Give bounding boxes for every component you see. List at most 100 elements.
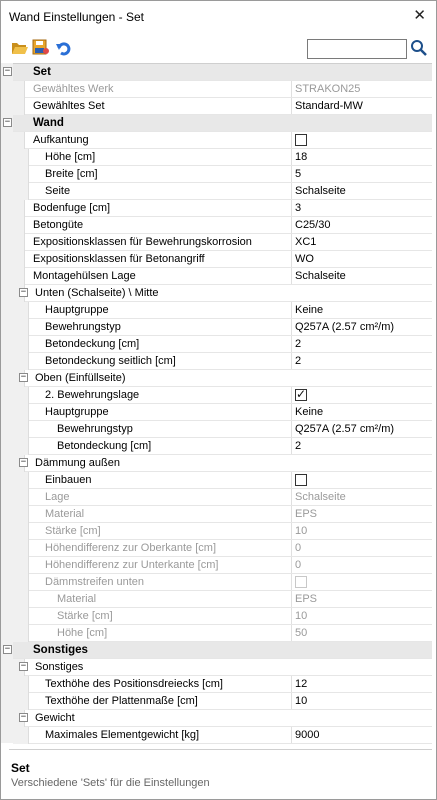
grid-property-row[interactable]: Höhendifferenz zur Oberkante [cm] 0: [13, 540, 432, 557]
grid-subsection-row[interactable]: − Oben (Einfüllseite): [13, 370, 432, 387]
grid-subsection-row[interactable]: − Dämmung außen: [13, 455, 432, 472]
grid-subsection-row[interactable]: − Gewicht: [13, 710, 432, 727]
grid-property-row[interactable]: Texthöhe der Plattenmaße [cm] 10: [13, 693, 432, 710]
property-value[interactable]: 10: [291, 523, 432, 539]
search-input[interactable]: [307, 39, 407, 59]
grid-property-row[interactable]: Gewähltes Werk STRAKON25: [13, 81, 432, 98]
property-value[interactable]: [291, 472, 432, 488]
property-value[interactable]: 9000: [291, 727, 432, 743]
grid-property-row[interactable]: Stärke [cm] 10: [13, 523, 432, 540]
grid-property-row[interactable]: Expositionsklassen für Bewehrungskorrosi…: [13, 234, 432, 251]
property-value[interactable]: XC1: [291, 234, 432, 250]
collapse-toggle-icon[interactable]: −: [19, 288, 28, 297]
property-value[interactable]: 10: [291, 693, 432, 709]
grid-property-row[interactable]: Lage Schalseite: [13, 489, 432, 506]
collapse-toggle-icon[interactable]: −: [3, 67, 12, 76]
property-value[interactable]: WO: [291, 251, 432, 267]
property-value[interactable]: 0: [291, 540, 432, 556]
property-value[interactable]: [291, 574, 432, 590]
property-label: Material: [45, 508, 85, 520]
property-value[interactable]: 18: [291, 149, 432, 165]
grid-section-row[interactable]: − Sonstiges: [3, 642, 432, 659]
grid-property-row[interactable]: Gewähltes Set Standard-MW: [13, 98, 432, 115]
property-value[interactable]: Schalseite: [291, 268, 432, 284]
property-value[interactable]: C25/30: [291, 217, 432, 233]
property-value[interactable]: Q257A (2.57 cm²/m): [291, 319, 432, 335]
grid-property-row[interactable]: Stärke [cm] 10: [13, 608, 432, 625]
checkbox-unchecked[interactable]: [295, 134, 307, 146]
grid-property-row[interactable]: Höhendifferenz zur Unterkante [cm] 0: [13, 557, 432, 574]
collapse-toggle-icon[interactable]: −: [3, 118, 12, 127]
property-value[interactable]: Schalseite: [291, 489, 432, 505]
property-value[interactable]: Q257A (2.57 cm²/m): [291, 421, 432, 437]
grid-property-row[interactable]: Expositionsklassen für Betonangriff WO: [13, 251, 432, 268]
property-value[interactable]: Schalseite: [291, 183, 432, 199]
property-value[interactable]: 12: [291, 676, 432, 692]
indent-gutter: [13, 438, 29, 455]
grid-property-row[interactable]: Höhe [cm] 50: [13, 625, 432, 642]
property-value[interactable]: ✓: [291, 387, 432, 403]
grid-property-row[interactable]: Hauptgruppe Keine: [13, 404, 432, 421]
grid-property-row[interactable]: Texthöhe des Positionsdreiecks [cm] 12: [13, 676, 432, 693]
grid-section-row[interactable]: − Set: [3, 64, 432, 81]
save-user-icon[interactable]: [32, 39, 50, 57]
grid-property-row[interactable]: Betondeckung [cm] 2: [13, 438, 432, 455]
grid-property-row[interactable]: Einbauen: [13, 472, 432, 489]
grid-property-row[interactable]: Breite [cm] 5: [13, 166, 432, 183]
property-value[interactable]: Keine: [291, 404, 432, 420]
grid-property-row[interactable]: Bewehrungstyp Q257A (2.57 cm²/m): [13, 319, 432, 336]
grid-subsection-row[interactable]: − Sonstiges: [13, 659, 432, 676]
property-value[interactable]: Standard-MW: [291, 98, 432, 114]
checkbox-unchecked[interactable]: [295, 576, 307, 588]
property-value[interactable]: 2: [291, 438, 432, 454]
collapse-toggle-icon[interactable]: −: [3, 645, 12, 654]
property-value[interactable]: STRAKON25: [291, 81, 432, 97]
grid-property-row[interactable]: Bodenfuge [cm] 3: [13, 200, 432, 217]
undo-icon[interactable]: [55, 39, 73, 57]
grid-property-row[interactable]: Bewehrungstyp Q257A (2.57 cm²/m): [13, 421, 432, 438]
section-title: Set: [33, 66, 51, 78]
subsection-title: Unten (Schalseite) \ Mitte: [35, 287, 159, 299]
collapse-toggle-icon[interactable]: −: [19, 458, 28, 467]
property-value[interactable]: 2: [291, 336, 432, 352]
indent-gutter: [13, 353, 29, 370]
grid-property-row[interactable]: Maximales Elementgewicht [kg] 9000: [13, 727, 432, 744]
property-value[interactable]: 10: [291, 608, 432, 624]
property-label: Hauptgruppe: [45, 304, 109, 316]
grid-section-row[interactable]: − Wand: [3, 115, 432, 132]
property-value[interactable]: [291, 132, 432, 148]
grid-property-row[interactable]: Dämmstreifen unten: [13, 574, 432, 591]
grid-subsection-row[interactable]: − Unten (Schalseite) \ Mitte: [13, 285, 432, 302]
grid-property-row[interactable]: Aufkantung: [13, 132, 432, 149]
collapse-toggle-icon[interactable]: −: [19, 373, 28, 382]
grid-property-row[interactable]: Seite Schalseite: [13, 183, 432, 200]
grid-property-row[interactable]: Höhe [cm] 18: [13, 149, 432, 166]
grid-property-row[interactable]: Betongüte C25/30: [13, 217, 432, 234]
property-value[interactable]: 3: [291, 200, 432, 216]
property-label: Hauptgruppe: [45, 406, 109, 418]
property-value[interactable]: EPS: [291, 506, 432, 522]
property-label: Höhe [cm]: [57, 627, 108, 639]
grid-property-row[interactable]: 2. Bewehrungslage ✓: [13, 387, 432, 404]
grid-property-row[interactable]: Material EPS: [13, 591, 432, 608]
property-value[interactable]: 2: [291, 353, 432, 369]
property-value[interactable]: 5: [291, 166, 432, 182]
close-icon[interactable]: ✕: [413, 7, 426, 25]
property-value[interactable]: EPS: [291, 591, 432, 607]
collapse-toggle-icon[interactable]: −: [19, 713, 28, 722]
property-label: Bodenfuge [cm]: [33, 202, 111, 214]
property-value[interactable]: 0: [291, 557, 432, 573]
grid-property-row[interactable]: Betondeckung seitlich [cm] 2: [13, 353, 432, 370]
property-value[interactable]: Keine: [291, 302, 432, 318]
property-value[interactable]: 50: [291, 625, 432, 641]
grid-property-row[interactable]: Hauptgruppe Keine: [13, 302, 432, 319]
folder-open-icon[interactable]: [11, 39, 29, 57]
property-label: Montagehülsen Lage: [33, 270, 136, 282]
checkbox-unchecked[interactable]: [295, 474, 307, 486]
grid-property-row[interactable]: Betondeckung [cm] 2: [13, 336, 432, 353]
collapse-toggle-icon[interactable]: −: [19, 662, 28, 671]
search-icon[interactable]: [410, 39, 428, 57]
grid-property-row[interactable]: Material EPS: [13, 506, 432, 523]
checkbox-checked[interactable]: ✓: [295, 387, 307, 401]
grid-property-row[interactable]: Montagehülsen Lage Schalseite: [13, 268, 432, 285]
